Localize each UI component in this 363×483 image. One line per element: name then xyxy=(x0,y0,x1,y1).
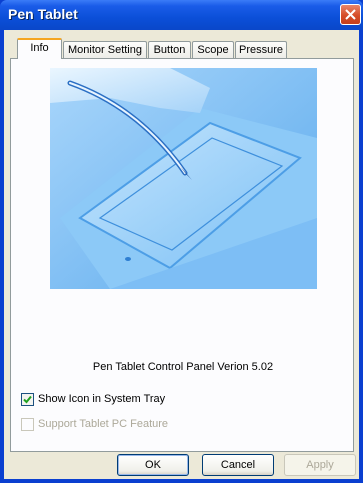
tab-pressure[interactable]: Pressure xyxy=(235,41,287,59)
pen-tablet-illustration xyxy=(50,68,317,289)
close-icon xyxy=(345,9,356,20)
cancel-button[interactable]: Cancel xyxy=(202,454,274,476)
title-bar[interactable]: Pen Tablet xyxy=(0,0,363,30)
tab-button[interactable]: Button xyxy=(148,41,191,59)
support-tablet-pc-label: Support Tablet PC Feature xyxy=(38,418,169,430)
dialog-window: Pen Tablet Info Monitor Setting Button S… xyxy=(0,0,363,483)
show-icon-label: Show Icon in System Tray xyxy=(38,393,166,405)
ok-button[interactable]: OK xyxy=(117,454,189,476)
apply-button[interactable]: Apply xyxy=(284,454,356,476)
tab-panel-info: Pen Tablet Control Panel Verion 5.02 Sho… xyxy=(10,58,354,452)
show-icon-checkbox[interactable] xyxy=(21,393,34,406)
support-tablet-pc-checkbox[interactable] xyxy=(21,418,34,431)
tab-monitor-setting[interactable]: Monitor Setting xyxy=(63,41,147,59)
checkmark-icon xyxy=(23,395,32,404)
dialog-body: Info Monitor Setting Button Scope Pressu… xyxy=(4,30,359,479)
window-title: Pen Tablet xyxy=(8,6,78,22)
tab-strip: Info Monitor Setting Button Scope Pressu… xyxy=(4,30,359,59)
tab-info[interactable]: Info xyxy=(17,38,62,59)
version-label: Pen Tablet Control Panel Verion 5.02 xyxy=(92,361,274,373)
close-button[interactable] xyxy=(340,4,361,25)
tab-scope[interactable]: Scope xyxy=(192,41,234,59)
